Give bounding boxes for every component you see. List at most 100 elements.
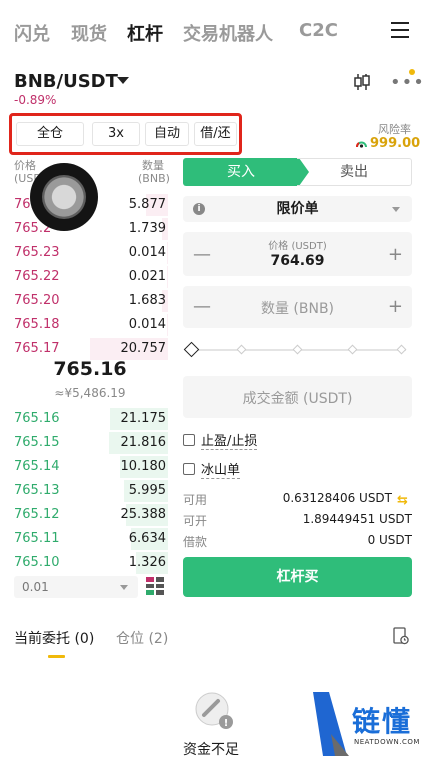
margin-mode-button[interactable]: 全仓 <box>16 122 84 146</box>
bid-quantity: 6.634 <box>128 531 166 546</box>
quantity-placeholder: 数量 (BNB) <box>260 301 335 317</box>
bid-row[interactable]: 765.11 6.634 <box>0 527 175 551</box>
bid-price: 765.11 <box>14 531 60 546</box>
tab-open-orders[interactable]: 当前委托 (0) <box>14 628 94 648</box>
available-label: 可用 <box>183 493 208 507</box>
floating-touch-button[interactable] <box>30 163 98 231</box>
bid-price: 765.13 <box>14 483 60 498</box>
tp-sl-label: 止盈/止损 <box>201 434 258 450</box>
price-change: -0.89% <box>14 93 57 107</box>
bid-quantity: 10.180 <box>120 459 167 474</box>
risk-value[interactable]: 999.00 <box>370 136 420 151</box>
quantity-input[interactable]: — 数量 (BNB) + <box>183 286 412 328</box>
bid-row[interactable]: 765.15 21.816 <box>0 431 175 455</box>
tab-trading-bot[interactable]: 交易机器人 <box>183 20 273 46</box>
slider-step-100[interactable] <box>396 344 407 355</box>
amount-slider[interactable] <box>183 341 407 358</box>
tab-spot[interactable]: 现货 <box>71 20 107 46</box>
ask-row[interactable]: 765.20 1.683 <box>0 289 175 313</box>
margin-buy-button[interactable]: 杠杆买 <box>183 557 412 597</box>
iceberg-checkbox[interactable]: 冰山单 <box>183 459 241 479</box>
borrowed-label: 借款 <box>183 535 208 549</box>
tp-sl-checkbox[interactable]: 止盈/止损 <box>183 430 258 450</box>
ask-quantity: 1.683 <box>128 293 166 308</box>
slider-step-75[interactable] <box>347 344 358 355</box>
price-label: 价格 (USDT) <box>268 241 327 252</box>
notification-dot <box>409 69 415 75</box>
amount-input[interactable]: 成交金额 (USDT) <box>183 376 412 418</box>
ob-price-header: 价格 <box>14 159 36 172</box>
borrow-repay-button[interactable]: 借/还 <box>194 122 237 146</box>
chevron-down-icon <box>392 207 400 212</box>
order-type-select[interactable]: i 限价单 <box>183 196 412 222</box>
bid-row[interactable]: 765.16 21.175 <box>0 407 175 431</box>
depth-bar <box>167 266 168 288</box>
slider-step-50[interactable] <box>292 344 303 355</box>
sell-tab[interactable]: 卖出 <box>297 158 412 186</box>
tab-margin[interactable]: 杠杆 <box>127 20 163 46</box>
ask-row[interactable]: 765.22 0.021 <box>0 265 175 289</box>
transfer-icon[interactable]: ⇆ <box>397 493 408 508</box>
watermark-brand: 链懂 <box>352 705 413 738</box>
last-price-cny: ≈¥5,486.19 <box>54 386 126 400</box>
active-tab-indicator <box>48 655 65 658</box>
ask-price: 765.23 <box>14 245 60 260</box>
auto-button[interactable]: 自动 <box>145 122 189 146</box>
ob-qty-header: 数量 <box>142 159 164 172</box>
leverage-button[interactable]: 3x <box>92 122 140 146</box>
bid-row[interactable]: 765.13 5.995 <box>0 479 175 503</box>
chevron-down-icon <box>120 585 128 590</box>
candlestick-chart-icon[interactable] <box>352 72 372 92</box>
price-value[interactable]: 764.69 <box>183 253 412 269</box>
hamburger-icon[interactable] <box>391 22 409 40</box>
slider-step-25[interactable] <box>236 344 247 355</box>
bid-row[interactable]: 765.12 25.388 <box>0 503 175 527</box>
bid-quantity: 21.816 <box>120 435 167 450</box>
bid-quantity: 5.995 <box>128 483 166 498</box>
iceberg-label: 冰山单 <box>201 463 241 479</box>
last-price: 765.16 <box>53 358 127 380</box>
top-nav: 闪兑 现货 杠杆 交易机器人 C2C <box>0 0 425 62</box>
can-open-value: 1.89449451 USDT <box>302 512 412 526</box>
open-orders-label: 当前委托 <box>14 631 70 647</box>
bid-price: 765.12 <box>14 507 60 522</box>
order-type-label: 限价单 <box>276 201 319 217</box>
quantity-increase-button[interactable]: + <box>388 296 403 317</box>
ask-row[interactable]: 765.18 0.014 <box>0 313 175 337</box>
orderbook-layout-icon[interactable] <box>146 576 164 596</box>
ask-quantity: 1.739 <box>128 221 166 236</box>
tab-positions[interactable]: 仓位 (2) <box>116 628 168 648</box>
positions-label: 仓位 <box>116 631 144 647</box>
buy-tab[interactable]: 买入 <box>183 158 299 186</box>
tab-c2c[interactable]: C2C <box>299 20 338 41</box>
ask-price: 765.22 <box>14 269 60 284</box>
bid-row[interactable]: 765.10 1.326 <box>0 551 175 575</box>
price-increase-button[interactable]: + <box>388 244 403 265</box>
ask-quantity: 0.014 <box>128 245 166 260</box>
price-input[interactable]: — 价格 (USDT) 764.69 + <box>183 232 412 276</box>
can-open-label: 可开 <box>183 514 208 528</box>
slider-handle[interactable] <box>183 341 200 358</box>
order-history-icon[interactable] <box>393 627 409 645</box>
bid-row[interactable]: 765.14 10.180 <box>0 455 175 479</box>
bid-price: 765.14 <box>14 459 60 474</box>
bid-quantity: 1.326 <box>128 555 166 570</box>
chevron-down-icon[interactable] <box>117 77 129 84</box>
risk-label: 风险率 <box>378 123 411 136</box>
checkbox-icon[interactable] <box>183 463 195 475</box>
watermark-sub: NEATDOWN.COM <box>354 738 420 746</box>
more-icon[interactable]: ••• <box>390 74 425 92</box>
tab-flash-swap[interactable]: 闪兑 <box>14 20 50 46</box>
ask-quantity: 5.877 <box>128 197 166 212</box>
info-icon[interactable]: i <box>193 203 205 215</box>
checkbox-icon[interactable] <box>183 434 195 446</box>
trading-pair[interactable]: BNB/USDT <box>14 71 118 92</box>
svg-text:!: ! <box>224 718 229 729</box>
positions-count: (2) <box>148 631 169 647</box>
empty-state-text: 资金不足 <box>183 742 239 758</box>
gauge-icon <box>356 141 367 148</box>
ask-quantity: 0.014 <box>128 317 166 332</box>
bottom-tabs: 当前委托 (0) 仓位 (2) <box>0 618 425 660</box>
ask-row[interactable]: 765.23 0.014 <box>0 241 175 265</box>
ob-qty-unit: (BNB) <box>138 172 170 185</box>
